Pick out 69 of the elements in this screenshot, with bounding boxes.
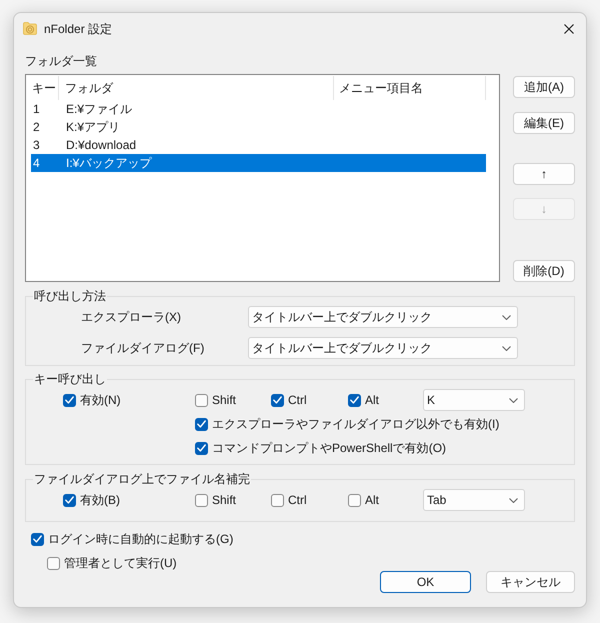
dropdown[interactable]: K (423, 389, 525, 411)
close-icon[interactable] (564, 24, 574, 34)
checkbox-label: Ctrl (288, 492, 307, 508)
checkbox-label: Shift (212, 492, 236, 508)
checkbox-label: コマンドプロンプトやPowerShellで有効(O) (212, 440, 446, 456)
dropdown[interactable]: タイトルバー上でダブルクリック (248, 306, 518, 328)
checkbox-label: Ctrl (288, 392, 307, 408)
checkbox-label: 有効(N) (80, 392, 121, 408)
column-header[interactable]: フォルダ (59, 76, 334, 100)
check-icon (197, 420, 206, 428)
cancel-button[interactable]: キャンセル (486, 571, 575, 593)
edit-button[interactable]: 編集(E) (513, 112, 575, 134)
table-cell-text: 2 (32, 119, 41, 135)
chevron-down-icon (502, 314, 511, 320)
add-button[interactable]: 追加(A) (513, 76, 575, 98)
checkbox[interactable] (63, 394, 76, 406)
column-header[interactable]: キー (31, 76, 59, 100)
check-icon (273, 396, 282, 404)
checkbox[interactable] (63, 494, 76, 506)
move-up-button[interactable]: ↑ (513, 163, 575, 185)
chevron-down-icon (509, 398, 518, 402)
checkbox[interactable] (195, 394, 208, 406)
checkbox[interactable] (47, 556, 60, 570)
delete-button[interactable]: 削除(D) (513, 260, 575, 282)
table-cell-text: 1 (32, 101, 41, 117)
field-label: エクスプローラ(X) (81, 309, 182, 325)
section-label: フォルダ一覧 (25, 53, 98, 69)
dropdown[interactable]: Tab (423, 489, 525, 511)
chevron-down-icon (502, 346, 511, 350)
table-cell-text: D:¥download (65, 137, 136, 153)
checkbox[interactable] (195, 494, 208, 506)
list-row[interactable]: 4 I:¥バックアップ (31, 154, 486, 172)
checkbox-label: 有効(B) (80, 492, 120, 508)
group-title: ファイルダイアログ上でファイル名補完 (33, 471, 251, 487)
checkbox[interactable] (195, 418, 208, 430)
checkbox-label: Alt (365, 392, 380, 408)
list-row[interactable]: 1 E:¥ファイル (31, 100, 486, 118)
checkbox[interactable] (348, 394, 361, 406)
check-icon (65, 396, 74, 404)
chevron-down-icon (509, 498, 518, 502)
checkbox[interactable] (271, 394, 284, 406)
check-icon (33, 535, 42, 543)
table-cell-text: I:¥バックアップ (65, 155, 152, 171)
check-icon (65, 496, 74, 504)
group-title: キー呼び出し (33, 371, 107, 387)
table-cell-text: E:¥ファイル (65, 101, 132, 117)
field-label: ファイルダイアログ(F) (81, 340, 206, 356)
checkbox[interactable] (271, 494, 284, 506)
checkbox-label: エクスプローラやファイルダイアログ以外でも有効(I) (212, 416, 500, 432)
checkbox-label: ログイン時に自動的に起動する(G) (48, 531, 234, 547)
list-row[interactable]: 3 D:¥download (31, 136, 486, 154)
table-cell-text: 4 (32, 155, 41, 171)
window-title: nFolder 設定 (44, 20, 112, 36)
checkbox-label: Shift (212, 392, 236, 408)
check-icon (197, 444, 206, 452)
table-cell-text: K:¥アプリ (65, 119, 120, 135)
check-icon (350, 396, 359, 404)
checkbox-label: 管理者として実行(U) (64, 555, 177, 571)
list-row[interactable]: 2 K:¥アプリ (31, 118, 486, 136)
table-cell-text: 3 (32, 137, 41, 153)
dropdown[interactable]: タイトルバー上でダブルクリック (248, 337, 518, 359)
group-title: 呼び出し方法 (33, 288, 107, 304)
ok-button[interactable]: OK (380, 571, 471, 593)
folder-icon (23, 22, 37, 35)
checkbox[interactable] (31, 532, 44, 546)
checkbox[interactable] (195, 442, 208, 454)
checkbox[interactable] (348, 494, 361, 506)
checkbox-label: Alt (365, 492, 380, 508)
column-header[interactable]: メニュー項目名 (334, 76, 486, 100)
